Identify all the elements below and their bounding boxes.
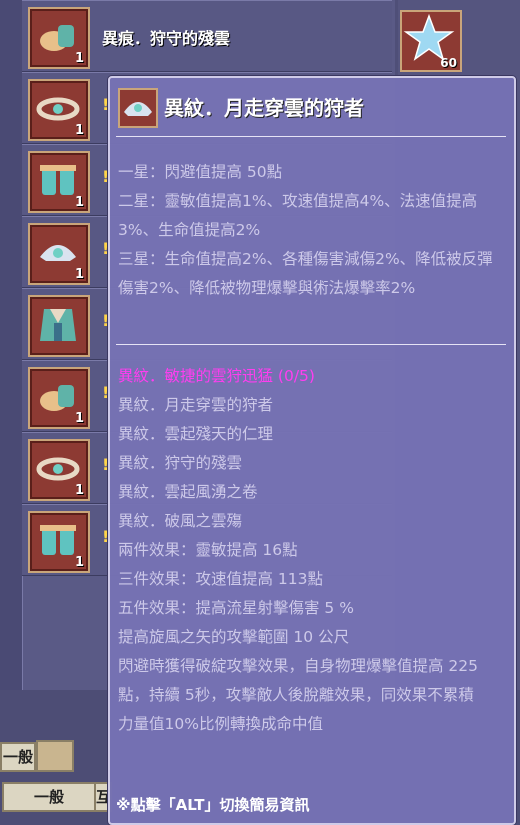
- boots-icon: [40, 385, 74, 411]
- item-quantity: 60: [440, 56, 457, 70]
- helmet-icon: [40, 245, 76, 261]
- item-name: 異痕．狩守的殘雲: [102, 29, 231, 48]
- set-effect: 提高旋風之矢的攻擊範圍 10 公尺: [118, 628, 350, 646]
- belt-icon: [36, 457, 80, 481]
- set-effect: 兩件效果：靈敏提高 16點: [118, 541, 298, 559]
- list-scroll-strip[interactable]: [0, 0, 23, 690]
- set-item: 異紋．狩守的殘雲: [118, 454, 243, 472]
- general-chat-button[interactable]: 一般: [0, 742, 36, 772]
- emote-icon[interactable]: [36, 740, 74, 772]
- item-slot[interactable]: [28, 295, 90, 357]
- helmet-icon: [124, 102, 152, 116]
- tooltip-item-icon: [118, 88, 158, 128]
- set-title: 異紋．敏捷的雲狩迅猛 (0/5): [118, 367, 315, 385]
- item-quantity: 1: [74, 555, 84, 570]
- stat-line: 一星：閃避值提高 50點: [118, 163, 283, 181]
- gloves-icon: [40, 525, 76, 555]
- divider: [116, 136, 506, 137]
- item-slot[interactable]: 1: [28, 79, 90, 141]
- set-item: 異紋．破風之雲殤: [118, 512, 243, 530]
- set-effect: 力量值10%比例轉換成命中值: [118, 715, 323, 733]
- stat-line: 二星：靈敏值提高1%、攻速值提高4%、法速值提高3%、生命值提高2%: [118, 192, 478, 239]
- item-quantity: 1: [74, 267, 84, 282]
- item-slot[interactable]: 1: [28, 151, 90, 213]
- star-stats: 一星：閃避值提高 50點 二星：靈敏值提高1%、攻速值提高4%、法速值提高3%、…: [118, 158, 506, 303]
- tooltip-footer-hint: ※點擊「ALT」切換簡易資訊: [116, 796, 310, 814]
- set-item: 異紋．雲起風湧之卷: [118, 483, 258, 501]
- item-slot[interactable]: 1: [28, 439, 90, 501]
- set-item: 異紋．雲起殘天的仁理: [118, 425, 274, 443]
- item-quantity: 1: [74, 195, 84, 210]
- stat-line: 三星：生命值提高2%、各種傷害減傷2%、降低被反彈傷害2%、降低被物理爆擊與術法…: [118, 250, 493, 297]
- item-quantity: 1: [74, 411, 84, 426]
- item-slot[interactable]: 60: [400, 10, 462, 72]
- tooltip-title: 異紋．月走穿雲的狩者: [164, 96, 364, 120]
- divider: [116, 344, 506, 345]
- item-quantity: 1: [74, 51, 84, 66]
- set-effect: 三件效果：攻速值提高 113點: [118, 570, 324, 588]
- item-slot[interactable]: 1: [28, 367, 90, 429]
- set-item: 異紋．月走穿雲的狩者: [118, 396, 274, 414]
- item-quantity: 1: [74, 483, 84, 498]
- item-slot[interactable]: 1: [28, 511, 90, 573]
- item-tooltip: 異紋．月走穿雲的狩者 一星：閃避值提高 50點 二星：靈敏值提高1%、攻速值提高…: [108, 76, 516, 825]
- item-quantity: 1: [74, 123, 84, 138]
- set-effect: 閃避時獲得破綻攻擊效果，自身物理爆擊值提高 225點，持續 5秒，攻擊敵人後脫離…: [118, 657, 479, 704]
- item-slot[interactable]: 1: [28, 223, 90, 285]
- item-slot[interactable]: 1: [28, 7, 90, 69]
- boots-icon: [40, 25, 74, 51]
- list-item[interactable]: 1 異痕．狩守的殘雲: [22, 0, 392, 72]
- set-info: 異紋．敏捷的雲狩迅猛 (0/5) 異紋．月走穿雲的狩者 異紋．雲起殘天的仁理 異…: [118, 362, 506, 739]
- general-tab-button[interactable]: 一般: [2, 782, 96, 812]
- gloves-icon: [40, 165, 76, 195]
- belt-icon: [36, 97, 80, 121]
- set-effect: 五件效果：提高流星射擊傷害 5 %: [118, 599, 354, 617]
- armor-icon: [40, 309, 76, 341]
